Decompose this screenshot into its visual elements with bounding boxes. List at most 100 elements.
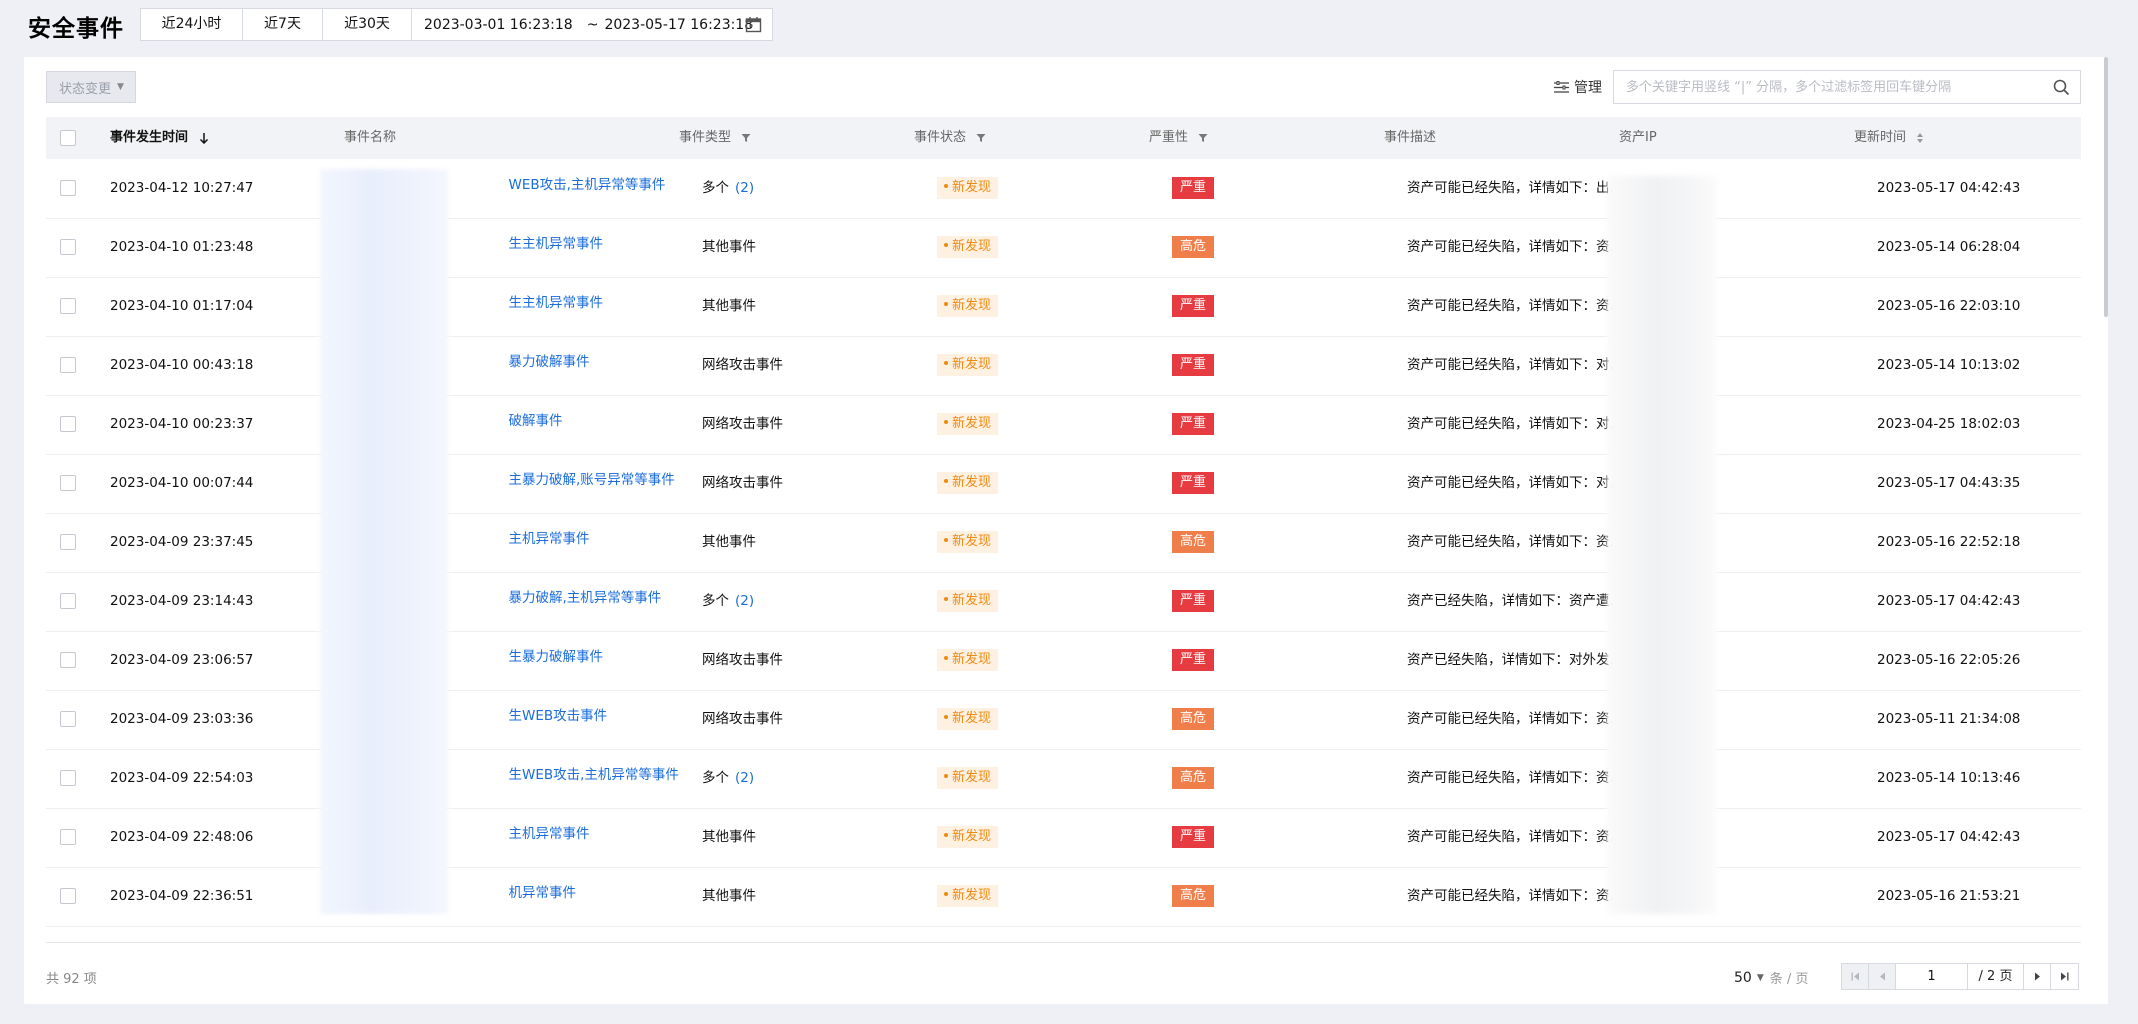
cell-event-status: 新发现 [937, 513, 999, 572]
row-checkbox[interactable] [60, 534, 76, 550]
row-checkbox[interactable] [60, 888, 76, 904]
event-name-prefix: 资 [369, 531, 383, 547]
cell-event-type: 多个 (2) [702, 159, 754, 218]
row-checkbox[interactable] [60, 180, 76, 196]
event-type-count-link[interactable]: (2) [735, 770, 754, 786]
col-event-time[interactable]: 事件发生时间 [110, 117, 209, 159]
severity-badge: 严重 [1172, 177, 1215, 199]
event-type-count-link[interactable]: (2) [735, 180, 754, 196]
severity-badge-label: 高危 [1180, 711, 1207, 726]
range-30d-button[interactable]: 近30天 [323, 9, 411, 40]
status-badge: 新发现 [937, 236, 999, 258]
cell-event-type: 多个 (2) [702, 749, 754, 808]
row-checkbox[interactable] [60, 298, 76, 314]
page-number-input[interactable] [1896, 964, 1968, 989]
cell-event-status: 新发现 [937, 454, 999, 513]
row-checkbox[interactable] [60, 416, 76, 432]
event-name-suffix: 主机异常事件 [508, 826, 590, 842]
col-updated-time[interactable]: 更新时间 [1854, 117, 1924, 159]
col-severity[interactable]: 严重性 [1149, 117, 1208, 159]
table-row: 2023-04-09 23:37:45 资 主机异常事件 其他事件 新发现 高危 资产可能已… [46, 513, 2081, 573]
row-checkbox[interactable] [60, 711, 76, 727]
status-change-dropdown[interactable]: 状态变更 ▼ [46, 71, 136, 103]
event-type-text: 网络攻击事件 [702, 475, 783, 491]
date-range-picker[interactable]: 2023-03-01 16:23:18 ~ 2023-05-17 16:23:1… [411, 8, 773, 41]
table-row: 2023-04-09 22:54:03 资 生WEB攻击,主机异常等事件 多个 (2) 新… [46, 749, 2081, 809]
severity-badge-label: 严重 [1180, 298, 1207, 313]
event-name-suffix: 生WEB攻击,主机异常等事件 [508, 767, 679, 783]
event-name-suffix: 主机异常事件 [508, 531, 590, 547]
severity-badge-label: 严重 [1180, 180, 1207, 195]
severity-badge: 严重 [1172, 826, 1215, 848]
col-event-type[interactable]: 事件类型 [679, 117, 751, 159]
cell-event-time: 2023-04-09 23:03:36 [110, 711, 254, 727]
top-bar: 安全事件 近24小时 近7天 近30天 2023-03-01 16:23:18 … [0, 0, 2138, 52]
row-checkbox[interactable] [60, 770, 76, 786]
first-page-button[interactable] [1842, 964, 1869, 989]
row-checkbox[interactable] [60, 357, 76, 373]
cell-event-status: 新发现 [937, 749, 999, 808]
vertical-scrollbar[interactable] [2104, 57, 2108, 317]
status-badge-label: 新发现 [952, 652, 992, 667]
date-start: 2023-03-01 16:23:18 [424, 16, 573, 33]
last-page-icon [2061, 972, 2069, 981]
select-all-checkbox[interactable] [60, 130, 76, 146]
cell-event-desc: 资产已经失陷，详情如下：资产遭… [1407, 593, 1623, 609]
col-event-status-label: 事件状态 [914, 130, 967, 145]
cell-severity: 严重 [1172, 454, 1215, 513]
calendar-icon[interactable] [745, 16, 762, 33]
cell-event-desc: 资产可能已经失陷，详情如下：资… [1407, 239, 1623, 255]
status-badge: 新发现 [937, 354, 999, 376]
status-badge-label: 新发现 [952, 416, 992, 431]
cell-event-status: 新发现 [937, 336, 999, 395]
cell-event-status: 新发现 [937, 690, 999, 749]
status-badge: 新发现 [937, 177, 999, 199]
range-7d-button[interactable]: 近7天 [243, 9, 323, 40]
table-row: 2023-04-09 23:14:43 资 暴力破解,主机异常等事件 多个 (2) 新发现… [46, 572, 2081, 632]
row-checkbox[interactable] [60, 239, 76, 255]
event-type-text: 网络攻击事件 [702, 416, 783, 432]
filter-icon[interactable] [1198, 133, 1208, 143]
event-name-prefix: 资 [369, 590, 383, 606]
filter-icon[interactable] [741, 133, 751, 143]
row-checkbox[interactable] [60, 475, 76, 491]
next-page-button[interactable] [2024, 964, 2051, 989]
col-event-status[interactable]: 事件状态 [914, 117, 986, 159]
cell-event-status: 新发现 [937, 277, 999, 336]
status-badge: 新发现 [937, 295, 999, 317]
cell-event-name-link[interactable]: 资 机异常事件 [369, 886, 576, 942]
range-24h-button[interactable]: 近24小时 [141, 9, 243, 40]
cell-event-type: 多个 (2) [702, 572, 754, 631]
event-type-text: 其他事件 [702, 298, 756, 314]
cell-updated-time: 2023-04-25 18:02:03 [1877, 416, 2021, 432]
severity-badge-label: 严重 [1180, 652, 1207, 667]
cell-event-type: 其他事件 [702, 513, 762, 572]
last-page-button[interactable] [2051, 964, 2078, 989]
cell-updated-time: 2023-05-16 22:05:26 [1877, 652, 2021, 668]
event-name-prefix: 资 [369, 177, 383, 193]
page-size-select[interactable]: 50 ▼ 条 / 页 [1734, 968, 1808, 988]
row-checkbox[interactable] [60, 652, 76, 668]
manage-button[interactable]: 管理 [1554, 77, 1602, 97]
page-size-value: 50 [1734, 969, 1752, 986]
filter-icon[interactable] [976, 133, 986, 143]
search-icon[interactable] [2053, 79, 2070, 96]
event-name-prefix: 资 [369, 236, 383, 252]
event-type-count-link[interactable]: (2) [735, 593, 754, 609]
cell-updated-time: 2023-05-16 22:52:18 [1877, 534, 2021, 550]
status-badge: 新发现 [937, 472, 999, 494]
cell-severity: 严重 [1172, 336, 1215, 395]
row-checkbox[interactable] [60, 829, 76, 845]
row-checkbox[interactable] [60, 593, 76, 609]
total-pages: / 2 页 [1968, 964, 2024, 989]
event-type-text: 其他事件 [702, 829, 756, 845]
sort-both-icon[interactable] [1916, 132, 1924, 144]
date-end: 2023-05-17 16:23:18 [604, 16, 754, 33]
search-input[interactable] [1624, 71, 2048, 103]
status-badge-label: 新发现 [952, 239, 992, 254]
date-separator: ~ [586, 16, 599, 33]
prev-page-button[interactable] [1869, 964, 1896, 989]
table-row: 2023-04-10 00:23:37 资 破解事件 网络攻击事件 新发现 严重 资产可能已… [46, 395, 2081, 455]
cell-event-type: 网络攻击事件 [702, 336, 789, 395]
sort-desc-icon[interactable] [199, 132, 209, 144]
